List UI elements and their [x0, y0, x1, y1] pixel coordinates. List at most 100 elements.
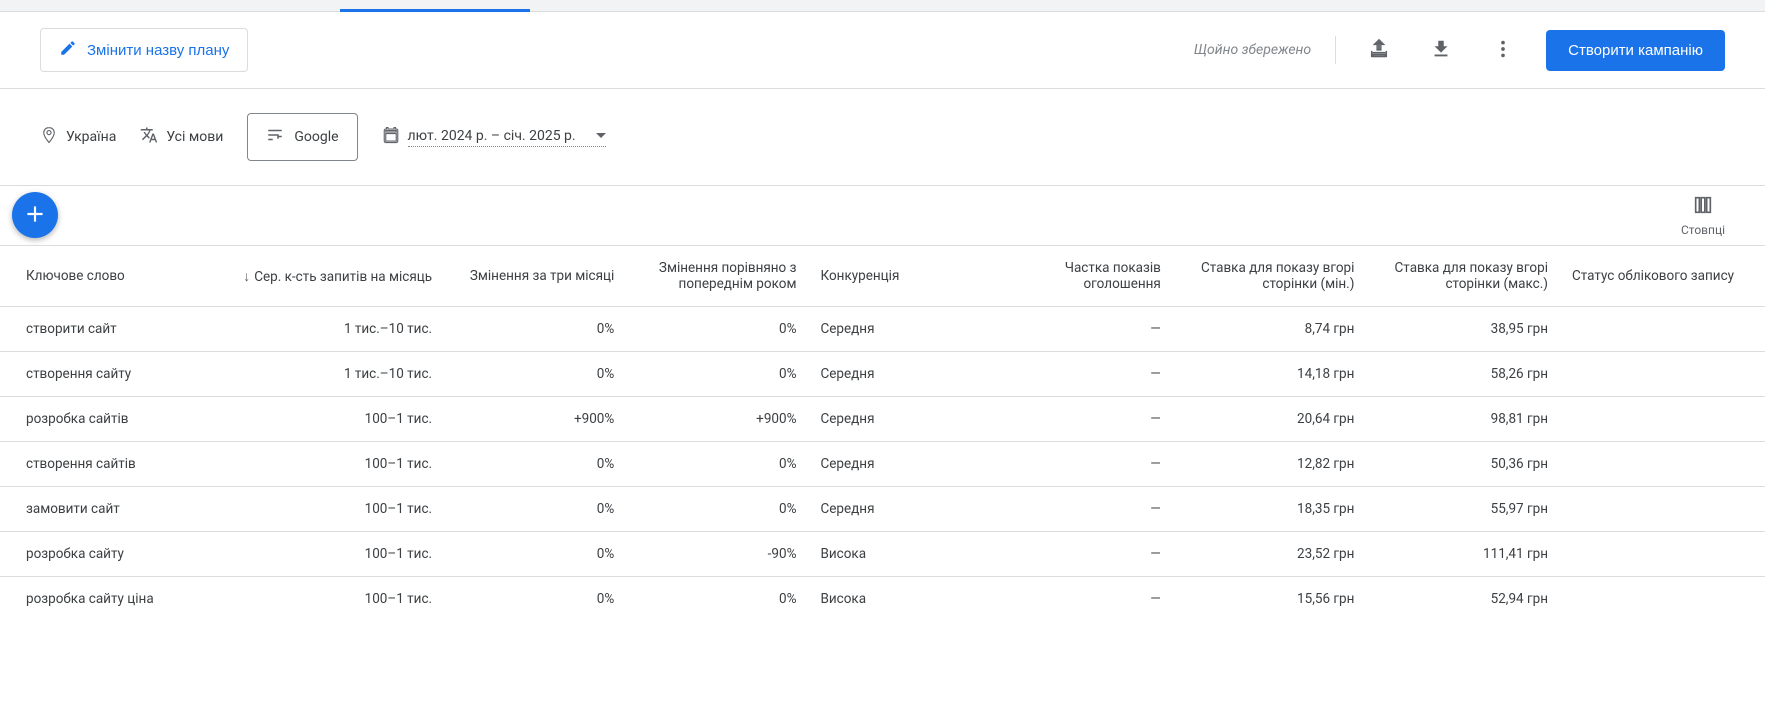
table-row[interactable]: розробка сайту ціна 100–1 тис. 0% 0% Вис… — [0, 577, 1765, 622]
cell-bid-high: 38,95 грн — [1366, 307, 1560, 352]
download-button[interactable] — [1422, 30, 1460, 71]
cell-change-3m: 0% — [444, 307, 626, 352]
columns-button[interactable]: Стовпці — [1681, 194, 1725, 237]
header-right-group: Щойно збережено Створити кампанію — [1194, 30, 1725, 71]
table-row[interactable]: розробка сайтів 100–1 тис. +900% +900% С… — [0, 397, 1765, 442]
cell-change-3m: 0% — [444, 532, 626, 577]
cell-account-status — [1560, 442, 1765, 487]
cell-bid-low: 12,82 грн — [1173, 442, 1367, 487]
table-row[interactable]: створення сайту 1 тис.–10 тис. 0% 0% Сер… — [0, 352, 1765, 397]
top-tab-indicator — [0, 0, 1765, 12]
cell-impression-share: — — [979, 307, 1173, 352]
filters-bar: Україна Усі мови Google лют. 2024 р. – с… — [0, 89, 1765, 186]
cell-avg-searches: 1 тис.–10 тис. — [194, 307, 445, 352]
cell-avg-searches: 100–1 тис. — [194, 577, 445, 622]
add-keyword-fab[interactable] — [12, 192, 58, 238]
cell-change-yoy: +900% — [626, 397, 808, 442]
header-change-3m[interactable]: Змінення за три місяці — [444, 246, 626, 307]
table-row[interactable]: створити сайт 1 тис.–10 тис. 0% 0% Серед… — [0, 307, 1765, 352]
cell-account-status — [1560, 577, 1765, 622]
translate-icon — [140, 126, 158, 148]
cell-account-status — [1560, 397, 1765, 442]
header-bid-high[interactable]: Ставка для показу вгорі сторінки (макс.) — [1366, 246, 1560, 307]
cell-competition: Висока — [808, 532, 979, 577]
more-vert-icon — [1492, 38, 1514, 63]
cell-impression-share: — — [979, 577, 1173, 622]
header-change-yoy[interactable]: Змінення порівняно з попереднім роком — [626, 246, 808, 307]
cell-keyword: створити сайт — [0, 307, 194, 352]
cell-change-3m: 0% — [444, 577, 626, 622]
header-bid-low[interactable]: Ставка для показу вгорі сторінки (мін.) — [1173, 246, 1367, 307]
cell-competition: Середня — [808, 307, 979, 352]
share-button[interactable] — [1360, 30, 1398, 71]
cell-change-yoy: 0% — [626, 352, 808, 397]
cell-bid-low: 18,35 грн — [1173, 487, 1367, 532]
cell-impression-share: — — [979, 487, 1173, 532]
table-row[interactable]: замовити сайт 100–1 тис. 0% 0% Середня —… — [0, 487, 1765, 532]
cell-keyword: створення сайтів — [0, 442, 194, 487]
more-options-button[interactable] — [1484, 30, 1522, 71]
location-value: Україна — [66, 129, 116, 145]
language-value: Усі мови — [166, 129, 223, 145]
cell-change-yoy: 0% — [626, 307, 808, 352]
share-icon — [1368, 38, 1390, 63]
cell-change-3m: +900% — [444, 397, 626, 442]
content-toolbar: Стовпці — [0, 186, 1765, 245]
cell-change-3m: 0% — [444, 442, 626, 487]
cell-keyword: створення сайту — [0, 352, 194, 397]
location-filter[interactable]: Україна — [40, 126, 116, 148]
cell-keyword: розробка сайту — [0, 532, 194, 577]
cell-impression-share: — — [979, 352, 1173, 397]
cell-bid-low: 14,18 грн — [1173, 352, 1367, 397]
header-account-status[interactable]: Статус облікового запису — [1560, 246, 1765, 307]
keyword-table-wrap: Ключове слово ↓Сер. к-сть запитів на міс… — [0, 245, 1765, 621]
plus-icon — [22, 201, 48, 230]
cell-impression-share: — — [979, 397, 1173, 442]
pencil-icon — [59, 39, 77, 61]
cell-avg-searches: 100–1 тис. — [194, 532, 445, 577]
cell-bid-low: 15,56 грн — [1173, 577, 1367, 622]
table-row[interactable]: розробка сайту 100–1 тис. 0% -90% Висока… — [0, 532, 1765, 577]
cell-avg-searches: 100–1 тис. — [194, 397, 445, 442]
cell-competition: Висока — [808, 577, 979, 622]
cell-competition: Середня — [808, 487, 979, 532]
language-filter[interactable]: Усі мови — [140, 126, 223, 148]
cell-competition: Середня — [808, 442, 979, 487]
date-range-text: лют. 2024 р. – січ. 2025 р. — [408, 128, 576, 144]
cell-change-yoy: -90% — [626, 532, 808, 577]
calendar-icon — [382, 126, 400, 148]
download-icon — [1430, 38, 1452, 63]
cell-account-status — [1560, 352, 1765, 397]
columns-icon — [1692, 194, 1714, 219]
columns-label: Стовпці — [1681, 223, 1725, 237]
header-competition[interactable]: Конкуренція — [808, 246, 979, 307]
create-campaign-button[interactable]: Створити кампанію — [1546, 30, 1725, 71]
chevron-down-icon — [596, 133, 606, 138]
cell-change-yoy: 0% — [626, 442, 808, 487]
header-keyword[interactable]: Ключове слово — [0, 246, 194, 307]
saved-status-text: Щойно збережено — [1194, 42, 1311, 58]
table-row[interactable]: створення сайтів 100–1 тис. 0% 0% Середн… — [0, 442, 1765, 487]
edit-plan-name-button[interactable]: Змінити назву плану — [40, 28, 248, 72]
cell-keyword: замовити сайт — [0, 487, 194, 532]
cell-bid-low: 20,64 грн — [1173, 397, 1367, 442]
cell-bid-low: 8,74 грн — [1173, 307, 1367, 352]
divider — [1335, 36, 1336, 64]
cell-keyword: розробка сайту ціна — [0, 577, 194, 622]
edit-plan-label: Змінити назву плану — [87, 42, 229, 59]
header-avg-searches[interactable]: ↓Сер. к-сть запитів на місяць — [194, 246, 445, 307]
date-range-filter[interactable]: лют. 2024 р. – січ. 2025 р. — [382, 126, 606, 148]
cell-impression-share: — — [979, 442, 1173, 487]
cell-change-3m: 0% — [444, 487, 626, 532]
cell-competition: Середня — [808, 397, 979, 442]
tune-icon — [266, 126, 284, 148]
header-avg-searches-text: Сер. к-сть запитів на місяць — [254, 269, 432, 285]
cell-bid-low: 23,52 грн — [1173, 532, 1367, 577]
date-range-value: лют. 2024 р. – січ. 2025 р. — [408, 128, 606, 147]
cell-impression-share: — — [979, 532, 1173, 577]
header-impression-share[interactable]: Частка показів оголошення — [979, 246, 1173, 307]
cell-avg-searches: 100–1 тис. — [194, 442, 445, 487]
network-filter[interactable]: Google — [247, 113, 357, 161]
cell-bid-high: 50,36 грн — [1366, 442, 1560, 487]
cell-bid-high: 58,26 грн — [1366, 352, 1560, 397]
